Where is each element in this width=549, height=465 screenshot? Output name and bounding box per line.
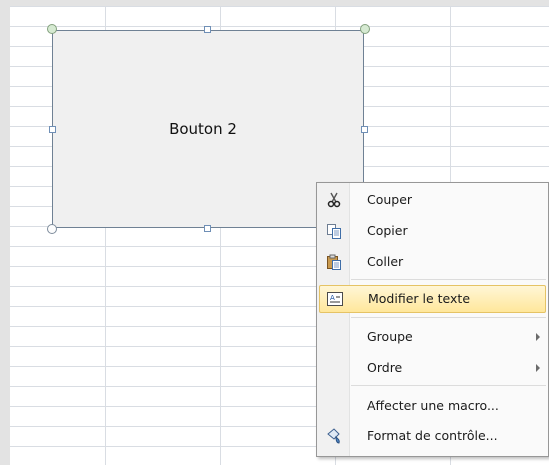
resize-handle-bottom-left[interactable] [47, 224, 57, 234]
menu-separator [351, 317, 546, 318]
menu-item-label: Modifier le texte [368, 291, 471, 306]
menu-item-couper[interactable]: Couper [318, 186, 548, 214]
svg-text:A: A [330, 294, 335, 302]
button-label: Bouton 2 [169, 120, 237, 138]
menu-item-label: Copier [367, 223, 408, 238]
rotate-handle[interactable] [360, 24, 370, 34]
format-control-icon [326, 428, 342, 444]
menu-item-format-controle[interactable]: Format de contrôle... [318, 422, 548, 450]
menu-item-groupe[interactable]: Groupe [318, 323, 548, 351]
menu-item-copier[interactable]: Copier [318, 217, 548, 245]
context-menu: Couper Copier Coller A Modifier le texte… [316, 182, 549, 457]
menu-item-modifier-le-texte[interactable]: A Modifier le texte [319, 285, 546, 313]
scissors-icon [326, 192, 342, 208]
menu-item-ordre[interactable]: Ordre [318, 354, 548, 382]
submenu-arrow-icon [536, 333, 540, 341]
resize-handle-left[interactable] [49, 126, 56, 133]
menu-item-affecter-macro[interactable]: Affecter une macro... [318, 392, 548, 420]
submenu-arrow-icon [536, 364, 540, 372]
resize-handle-right[interactable] [361, 126, 368, 133]
edit-text-icon: A [327, 291, 343, 307]
resize-handle-bottom[interactable] [204, 225, 211, 232]
menu-item-label: Coller [367, 254, 404, 269]
menu-item-label: Affecter une macro... [367, 398, 499, 413]
copy-icon [326, 223, 342, 239]
menu-separator [351, 279, 546, 280]
rotate-handle[interactable] [47, 24, 57, 34]
menu-item-label: Couper [367, 192, 413, 207]
menu-item-label: Ordre [367, 360, 403, 375]
menu-separator [351, 385, 546, 386]
menu-item-label: Format de contrôle... [367, 428, 498, 443]
menu-item-label: Groupe [367, 329, 413, 344]
menu-item-coller[interactable]: Coller [318, 248, 548, 276]
resize-handle-top[interactable] [204, 26, 211, 33]
paste-icon [326, 254, 342, 270]
